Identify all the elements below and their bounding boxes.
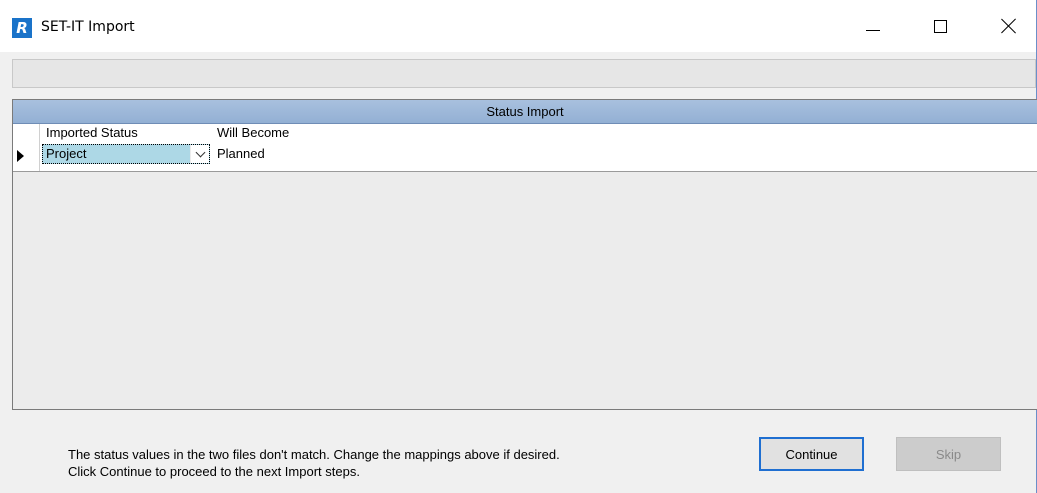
close-button[interactable]: [986, 0, 1032, 52]
status-message-line-2: Click Continue to proceed to the next Im…: [68, 464, 360, 479]
column-header-imported-status[interactable]: Imported Status: [46, 125, 138, 141]
maximize-icon: [933, 19, 947, 33]
imported-status-value: Project: [46, 146, 87, 161]
import-dialog: R SET-IT Import Status Import Imported S…: [0, 0, 1037, 493]
status-message: The status values in the two files don't…: [68, 446, 560, 480]
maximize-button[interactable]: [917, 0, 963, 52]
row-selector[interactable]: [13, 142, 40, 171]
minimize-icon: [866, 29, 880, 31]
minimize-button[interactable]: [850, 0, 896, 52]
toolbar-strip: [12, 59, 1036, 88]
column-header-will-become[interactable]: Will Become: [217, 125, 289, 141]
dropdown-button[interactable]: [190, 145, 209, 163]
skip-button[interactable]: Skip: [896, 437, 1001, 471]
imported-status-dropdown[interactable]: Project: [42, 144, 210, 164]
close-icon: [1001, 18, 1017, 34]
window-title: SET-IT Import: [41, 19, 135, 35]
status-message-line-1: The status values in the two files don't…: [68, 447, 560, 462]
current-row-arrow-icon: [17, 150, 24, 162]
continue-button[interactable]: Continue: [759, 437, 864, 471]
row-header-cell: [13, 124, 40, 142]
column-header-row: Imported Status Will Become: [13, 124, 1037, 142]
app-logo-icon: R: [12, 18, 32, 38]
chevron-down-icon: [195, 147, 205, 158]
will-become-cell[interactable]: Planned: [217, 146, 265, 162]
table-row[interactable]: Project Planned: [13, 142, 1037, 172]
status-mapping-grid: Status Import Imported Status Will Becom…: [12, 99, 1037, 410]
grid-band-header: Status Import: [13, 100, 1037, 124]
title-bar[interactable]: R SET-IT Import: [0, 0, 1036, 52]
